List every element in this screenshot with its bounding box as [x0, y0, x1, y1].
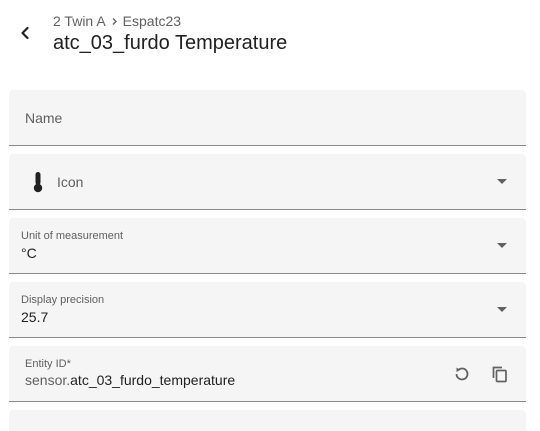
breadcrumb-item-device-group[interactable]: 2 Twin A	[53, 13, 106, 29]
precision-select-value: 25.7	[21, 309, 49, 325]
unit-select[interactable]: Unit of measurement °C	[9, 218, 526, 274]
name-field[interactable]: Name	[9, 90, 526, 146]
breadcrumb-item-device[interactable]: Espatc23	[123, 13, 181, 29]
name-field-label: Name	[25, 109, 63, 126]
precision-select[interactable]: Display precision 25.7	[9, 282, 526, 338]
entity-id-value[interactable]: sensor.atc_03_furdo_temperature	[25, 372, 235, 388]
next-field[interactable]	[9, 410, 526, 431]
entity-id-object: atc_03_furdo_temperature	[70, 372, 236, 388]
precision-select-label: Display precision	[21, 294, 105, 306]
restore-button[interactable]	[450, 362, 474, 386]
chevron-right-icon	[110, 17, 119, 26]
chevron-down-icon[interactable]	[496, 304, 508, 316]
thermometer-icon	[29, 170, 47, 194]
entity-id-prefix: sensor.	[25, 372, 71, 388]
page-header: 2 Twin A Espatc23 atc_03_furdo Temperatu…	[0, 0, 540, 80]
page-title: atc_03_furdo Temperature	[53, 32, 288, 54]
icon-picker-label: Icon	[57, 173, 84, 190]
back-button[interactable]	[10, 18, 40, 48]
icon-picker[interactable]: Icon	[9, 154, 526, 210]
chevron-down-icon[interactable]	[496, 240, 508, 252]
restore-icon	[455, 367, 469, 381]
chevron-left-icon	[21, 26, 29, 40]
copy-button[interactable]	[488, 362, 512, 386]
chevron-down-icon[interactable]	[496, 176, 508, 188]
unit-select-label: Unit of measurement	[21, 230, 124, 242]
entity-id-field[interactable]: Entity ID* sensor.atc_03_furdo_temperatu…	[9, 346, 526, 402]
copy-icon	[492, 366, 507, 383]
breadcrumb: 2 Twin A Espatc23	[53, 13, 181, 29]
unit-select-value: °C	[21, 245, 37, 261]
entity-id-label: Entity ID*	[25, 358, 71, 370]
